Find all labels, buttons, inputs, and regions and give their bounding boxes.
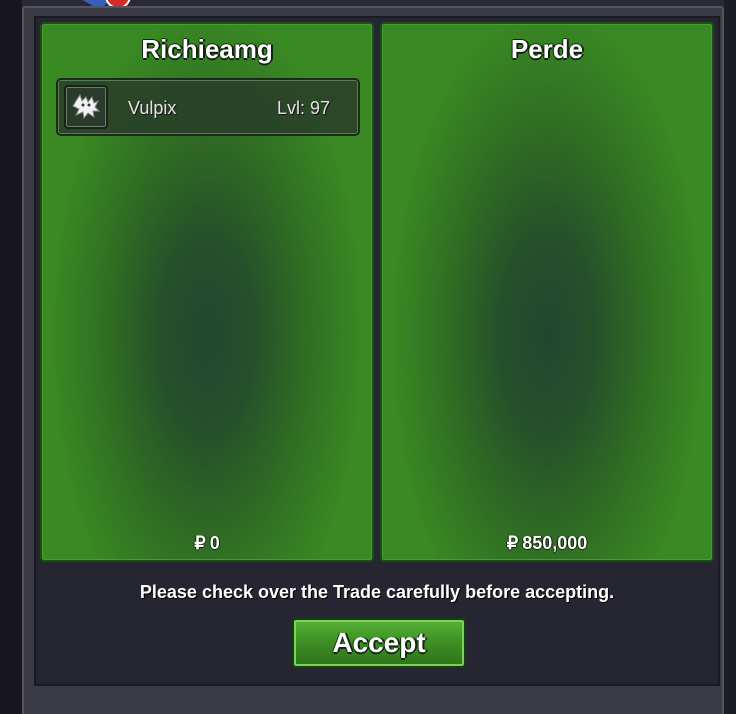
item-name: Vulpix — [128, 98, 177, 118]
trade-window: Richieamg Vulpix Lvl: 97 ₽0 Perde ₽ 850,… — [34, 16, 720, 686]
money-right: ₽850,000 — [382, 533, 712, 554]
item-icon-box — [64, 85, 108, 129]
trade-notice: Please check over the Trade carefully be… — [139, 582, 615, 602]
currency-symbol: ₽ — [506, 533, 519, 553]
money-left: ₽0 — [42, 533, 372, 554]
left-edge — [0, 0, 22, 714]
money-amount-left: 0 — [209, 533, 220, 553]
trade-panel-right: Perde ₽850,000 — [380, 22, 714, 562]
money-amount-right: 850,000 — [522, 533, 588, 553]
currency-symbol: ₽ — [194, 533, 206, 553]
trade-screen: Richieamg Vulpix Lvl: 97 ₽0 Perde ₽ 850,… — [0, 0, 736, 714]
vulpix-sprite-icon — [72, 93, 101, 120]
trade-panel-left: Richieamg Vulpix Lvl: 97 ₽0 — [40, 22, 374, 562]
right-edge — [724, 0, 736, 714]
trade-item-slot[interactable]: Vulpix Lvl: 97 — [56, 78, 360, 136]
accept-button[interactable]: Accept — [292, 618, 466, 668]
item-level: Lvl: 97 — [276, 98, 330, 118]
player-name-left: Richieamg — [141, 34, 273, 64]
player-name-right: Perde — [510, 34, 584, 64]
